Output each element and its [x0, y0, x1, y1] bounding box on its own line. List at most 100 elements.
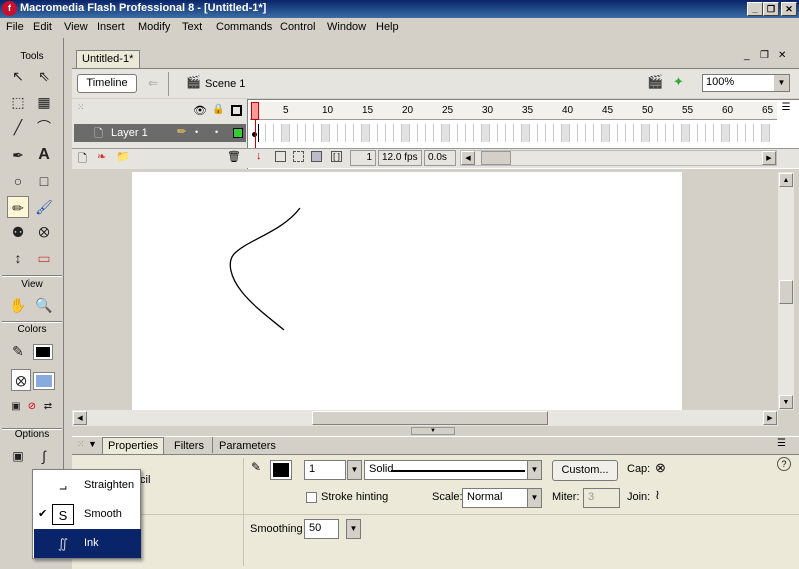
fill-color-swatch[interactable] [33, 372, 55, 390]
help-icon[interactable]: ? [777, 457, 791, 471]
tab-parameters[interactable]: Parameters [219, 440, 276, 452]
timeline-scroll-thumb[interactable] [481, 151, 511, 165]
document-tab[interactable]: Untitled-1* [76, 50, 140, 68]
cap-style-icon[interactable]: ⊗ [655, 460, 666, 476]
pen-tool-icon[interactable]: ✒ [7, 144, 29, 166]
scroll-left-icon[interactable]: ◀ [461, 151, 475, 165]
outline-icon[interactable] [231, 105, 242, 116]
swap-colors-icon[interactable]: ⇄ [40, 396, 56, 418]
back-arrow-icon[interactable]: ⇐ [148, 76, 158, 90]
layer-visible-dot[interactable]: • [195, 127, 198, 137]
lasso-icon[interactable]: ⌒ [33, 116, 55, 138]
stroke-style-dropdown-icon[interactable]: ▼ [527, 460, 542, 480]
scroll-up-icon[interactable]: ▲ [779, 173, 793, 187]
stage-hscroll-thumb[interactable] [312, 411, 548, 425]
minimize-button[interactable]: _ [747, 2, 763, 16]
menu-insert[interactable]: Insert [97, 21, 125, 33]
doc-restore-icon[interactable]: ❐ [760, 50, 769, 61]
stage-vscroll-thumb[interactable] [779, 280, 793, 304]
scroll-down-icon[interactable]: ▼ [779, 395, 793, 409]
pencil-tool-icon[interactable]: ✏ [7, 196, 29, 218]
doc-close-icon[interactable]: ✕ [778, 50, 786, 61]
stage-scroll-right-icon[interactable]: ▶ [763, 411, 777, 425]
brush-tool-icon[interactable]: 🖌 [33, 196, 55, 218]
frame-rate[interactable]: 12.0 fps [378, 150, 422, 166]
collapse-panel-icon[interactable]: ▼ [411, 427, 455, 435]
timeline-menu-icon[interactable]: ☰ [778, 102, 794, 120]
menu-modify[interactable]: Modify [138, 21, 170, 33]
frame-ruler[interactable]: 1 5 10 15 20 25 30 35 40 45 50 55 60 65 [250, 102, 777, 120]
menu-text[interactable]: Text [182, 21, 202, 33]
menu-control[interactable]: Control [280, 21, 315, 33]
free-transform-icon[interactable]: ⬚ [7, 91, 29, 113]
eraser-icon[interactable]: ▭ [33, 247, 55, 269]
lock-icon[interactable]: 🔒 [212, 104, 224, 115]
menu-item-straighten[interactable]: ⨼ Straighten [34, 471, 141, 500]
scroll-right-icon[interactable]: ▶ [762, 151, 776, 165]
menu-item-ink[interactable]: ∬ Ink [34, 529, 141, 558]
eye-icon[interactable]: 👁 [193, 104, 207, 117]
onion-outline-icon[interactable] [293, 151, 304, 162]
text-tool-icon[interactable]: A [33, 144, 55, 166]
paint-bucket-icon[interactable]: ⭙ [33, 221, 55, 243]
layer-row[interactable]: 🗋 Layer 1 ✏ • • [74, 124, 246, 142]
playhead[interactable] [251, 102, 259, 120]
panel-collapse-arrow-icon[interactable]: ▼ [88, 439, 97, 449]
menu-item-smooth[interactable]: ✔ S Smooth [34, 500, 141, 529]
ink-bottle-icon[interactable]: ⚉ [7, 221, 29, 243]
modify-onion-markers-icon[interactable]: [ ] [331, 151, 342, 162]
pencil-mode-icon[interactable]: ∫ [33, 445, 55, 467]
add-motion-guide-icon[interactable]: ❧ [97, 150, 106, 163]
tab-filters[interactable]: Filters [174, 440, 204, 452]
center-frame-icon[interactable]: ↓ [256, 150, 262, 162]
stroke-color-swatch[interactable] [33, 344, 53, 360]
menu-help[interactable]: Help [376, 21, 399, 33]
no-color-icon[interactable]: ⊘ [24, 396, 40, 418]
selection-arrow-icon[interactable]: ↖ [7, 65, 29, 87]
zoom-dropdown-arrow[interactable]: ▼ [774, 75, 789, 91]
hand-tool-icon[interactable]: ✋ [7, 294, 29, 316]
edit-symbols-icon[interactable]: ✦ [673, 74, 684, 90]
subselection-arrow-icon[interactable]: ⇖ [33, 65, 55, 87]
stroke-width-input[interactable]: 1 [304, 460, 346, 480]
insert-layer-icon[interactable]: 🗋 [78, 150, 87, 169]
restore-button[interactable]: ❐ [763, 2, 779, 16]
join-style-icon[interactable]: ≀ [655, 487, 660, 503]
onion-skin-icon[interactable] [275, 151, 286, 162]
close-button[interactable]: ✕ [781, 2, 797, 16]
scale-select[interactable]: Normal [462, 488, 528, 508]
smoothing-dropdown-icon[interactable]: ▼ [346, 519, 361, 539]
stroke-width-dropdown-icon[interactable]: ▼ [347, 460, 362, 480]
layer-lock-dot[interactable]: • [215, 127, 218, 137]
object-drawing-icon[interactable]: ▣ [7, 445, 29, 467]
frame-row[interactable] [250, 124, 777, 142]
insert-folder-icon[interactable]: 📁 [116, 150, 130, 163]
rectangle-tool-icon[interactable]: □ [33, 170, 55, 192]
menu-commands[interactable]: Commands [216, 21, 272, 33]
properties-menu-icon[interactable]: ☰ [777, 438, 786, 449]
black-white-icon[interactable]: ▣ [8, 396, 24, 418]
timeline-toggle-button[interactable]: Timeline [77, 74, 137, 93]
scale-dropdown-icon[interactable]: ▼ [527, 488, 542, 508]
menu-edit[interactable]: Edit [33, 21, 52, 33]
line-tool-icon[interactable]: ╱ [7, 116, 29, 138]
menu-view[interactable]: View [64, 21, 88, 33]
stroke-color-picker[interactable] [270, 460, 292, 480]
timeline-hscroll[interactable]: ◀ ▶ [460, 150, 777, 166]
smoothing-input[interactable]: 50 [304, 519, 339, 539]
doc-minimize-icon[interactable]: _ [744, 50, 750, 61]
layer-outline-swatch[interactable] [233, 128, 243, 138]
eyedropper-icon[interactable]: ↕ [7, 247, 29, 269]
tab-properties[interactable]: Properties [108, 440, 158, 452]
pencil-stroke[interactable] [229, 207, 301, 331]
stage[interactable] [132, 172, 682, 410]
stage-scroll-left-icon[interactable]: ◀ [73, 411, 87, 425]
stroke-hinting-checkbox[interactable] [306, 492, 317, 503]
fill-transform-icon[interactable]: ▦ [33, 91, 55, 113]
zoom-tool-icon[interactable]: 🔍 [33, 294, 55, 316]
menu-window[interactable]: Window [327, 21, 366, 33]
menu-file[interactable]: File [6, 21, 24, 33]
stroke-style-select[interactable]: Solid [364, 460, 528, 480]
oval-tool-icon[interactable]: ○ [7, 170, 29, 192]
edit-multiple-frames-icon[interactable] [311, 151, 322, 162]
